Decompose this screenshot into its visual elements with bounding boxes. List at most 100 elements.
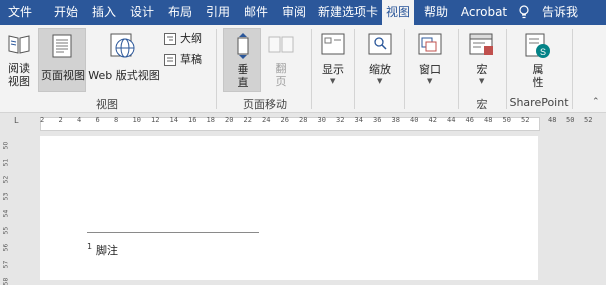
chevron-down-icon: ▼	[330, 77, 336, 85]
zoom-button[interactable]: 缩放 ▼	[362, 29, 398, 91]
window-icon	[418, 33, 442, 55]
read-mode-button[interactable]: 阅读 视图	[2, 29, 36, 91]
vertical-ruler-tick-label: 51	[2, 158, 10, 167]
tab-insert[interactable]: 插入	[86, 0, 122, 25]
ruler-tick-label: 44	[447, 116, 456, 124]
ruler-tick-label: 40	[410, 116, 419, 124]
web-layout-label: Web 版式视图	[88, 69, 160, 82]
ruler-tick-label: 4	[77, 116, 82, 124]
tab-view[interactable]: 视图	[382, 0, 414, 25]
chevron-down-icon: ▼	[479, 77, 485, 85]
group-divider	[572, 29, 573, 109]
show-button[interactable]: 显示 ▼	[316, 29, 350, 91]
page-icon	[52, 34, 72, 58]
vertical-ruler[interactable]: 50 51 52 53 54 55 56 57 58	[0, 134, 14, 285]
vertical-ruler-tick-label: 57	[2, 260, 10, 269]
window-label: 窗口	[419, 63, 441, 76]
ruler-tick-label: 30	[317, 116, 326, 124]
side-to-side-icon	[268, 36, 294, 53]
ruler-tick-label: 2	[58, 116, 63, 124]
macro-icon	[469, 33, 493, 55]
vertical-ruler-tick-label: 50	[2, 141, 10, 150]
ruler-tick-label: 18	[206, 116, 215, 124]
print-layout-button[interactable]: 页面视图	[38, 28, 86, 92]
properties-button[interactable]: S 属 性	[518, 29, 558, 91]
tab-acrobat[interactable]: Acrobat	[456, 0, 512, 25]
ruler-tick-label: 26	[280, 116, 289, 124]
ruler-tick-label: 52	[584, 116, 593, 124]
horizontal-ruler[interactable]: L 2 2 4 6 8 10 12 14 16 18 20 22 24 26 28 30 32 34 36 38 40 4…	[0, 114, 606, 134]
ruler-tick-label: 34	[354, 116, 363, 124]
footnote-number: 1	[87, 242, 93, 251]
group-divider	[354, 29, 355, 109]
web-layout-button[interactable]: Web 版式视图	[88, 29, 160, 91]
ruler-tick-label: 14	[169, 116, 178, 124]
ruler-tick-label: 48	[484, 116, 493, 124]
ruler-tick-label: 24	[262, 116, 271, 124]
group-divider	[506, 29, 507, 109]
footnote-separator	[87, 232, 259, 233]
group-divider	[311, 29, 312, 109]
show-icon	[321, 33, 345, 55]
tab-home[interactable]: 开始	[48, 0, 84, 25]
ruler-tick-label: 42	[428, 116, 437, 124]
vertical-ruler-tick-label: 53	[2, 192, 10, 201]
footnote-text[interactable]: 脚注	[96, 242, 118, 258]
ruler-tick-label: 48	[548, 116, 557, 124]
outline-button[interactable]: 大纲	[164, 31, 212, 47]
tab-selector-icon[interactable]: L	[14, 116, 19, 125]
sharepoint-group-label: SharePoint	[509, 96, 569, 109]
ruler-tick-label: 32	[336, 116, 345, 124]
ruler-tick-label: 6	[95, 116, 100, 124]
document-page[interactable]: 1 脚注	[40, 136, 538, 280]
ruler-tick-label: 16	[188, 116, 197, 124]
group-divider	[458, 29, 459, 109]
side-to-side-label: 翻 页	[275, 62, 287, 88]
ruler-tick-label: 38	[391, 116, 400, 124]
magnifier-icon	[368, 33, 392, 55]
chevron-down-icon: ▼	[377, 77, 383, 85]
ruler-tick-label: 52	[521, 116, 530, 124]
ruler-tick-label: 50	[502, 116, 511, 124]
window-button[interactable]: 窗口 ▼	[412, 29, 448, 91]
tab-review[interactable]: 审阅	[276, 0, 312, 25]
globe-icon	[110, 33, 135, 58]
macros-group-label: 宏	[476, 98, 488, 111]
ruler-tick-label: 8	[114, 116, 119, 124]
chevron-down-icon: ▼	[427, 77, 433, 85]
tab-file[interactable]: 文件	[0, 0, 40, 25]
ruler-tick-label: 28	[299, 116, 308, 124]
tab-mailings[interactable]: 邮件	[238, 0, 274, 25]
outline-label: 大纲	[180, 32, 202, 45]
vertical-button[interactable]: 垂 直	[223, 28, 261, 92]
side-to-side-button[interactable]: 翻 页	[263, 29, 299, 91]
ruler-tick-label: 46	[465, 116, 474, 124]
tab-help[interactable]: 帮助	[418, 0, 454, 25]
tab-tell-me[interactable]: 告诉我	[536, 0, 584, 25]
svg-text:S: S	[540, 47, 546, 57]
read-mode-label: 阅读 视图	[8, 62, 30, 88]
macros-label: 宏	[476, 63, 488, 76]
macros-button[interactable]: 宏 ▼	[462, 29, 502, 91]
tab-design[interactable]: 设计	[124, 0, 160, 25]
properties-label: 属 性	[532, 63, 544, 89]
lightbulb-icon[interactable]	[518, 5, 530, 20]
tab-references[interactable]: 引用	[200, 0, 236, 25]
vertical-label: 垂 直	[237, 63, 249, 89]
ribbon: 阅读 视图 页面视图 Web 版式视图 大纲 草稿 视图 垂 直 翻 页 页面移…	[0, 25, 606, 113]
ruler-tick-label: 22	[243, 116, 252, 124]
group-divider	[216, 29, 217, 109]
ruler-tick-label: 12	[151, 116, 160, 124]
book-icon	[8, 35, 30, 54]
draft-button[interactable]: 草稿	[164, 52, 212, 68]
collapse-ribbon-icon[interactable]: ⌃	[592, 97, 600, 107]
vertical-scroll-icon	[237, 33, 249, 59]
ruler-tick-label: 10	[132, 116, 141, 124]
page-movement-group-label: 页面移动	[243, 98, 287, 111]
vertical-ruler-tick-label: 56	[2, 243, 10, 252]
tab-new-tab[interactable]: 新建选项卡	[312, 0, 384, 25]
outline-icon	[164, 33, 176, 45]
tab-layout[interactable]: 布局	[162, 0, 198, 25]
vertical-ruler-tick-label: 58	[2, 277, 10, 285]
ruler-tick-label: 36	[373, 116, 382, 124]
